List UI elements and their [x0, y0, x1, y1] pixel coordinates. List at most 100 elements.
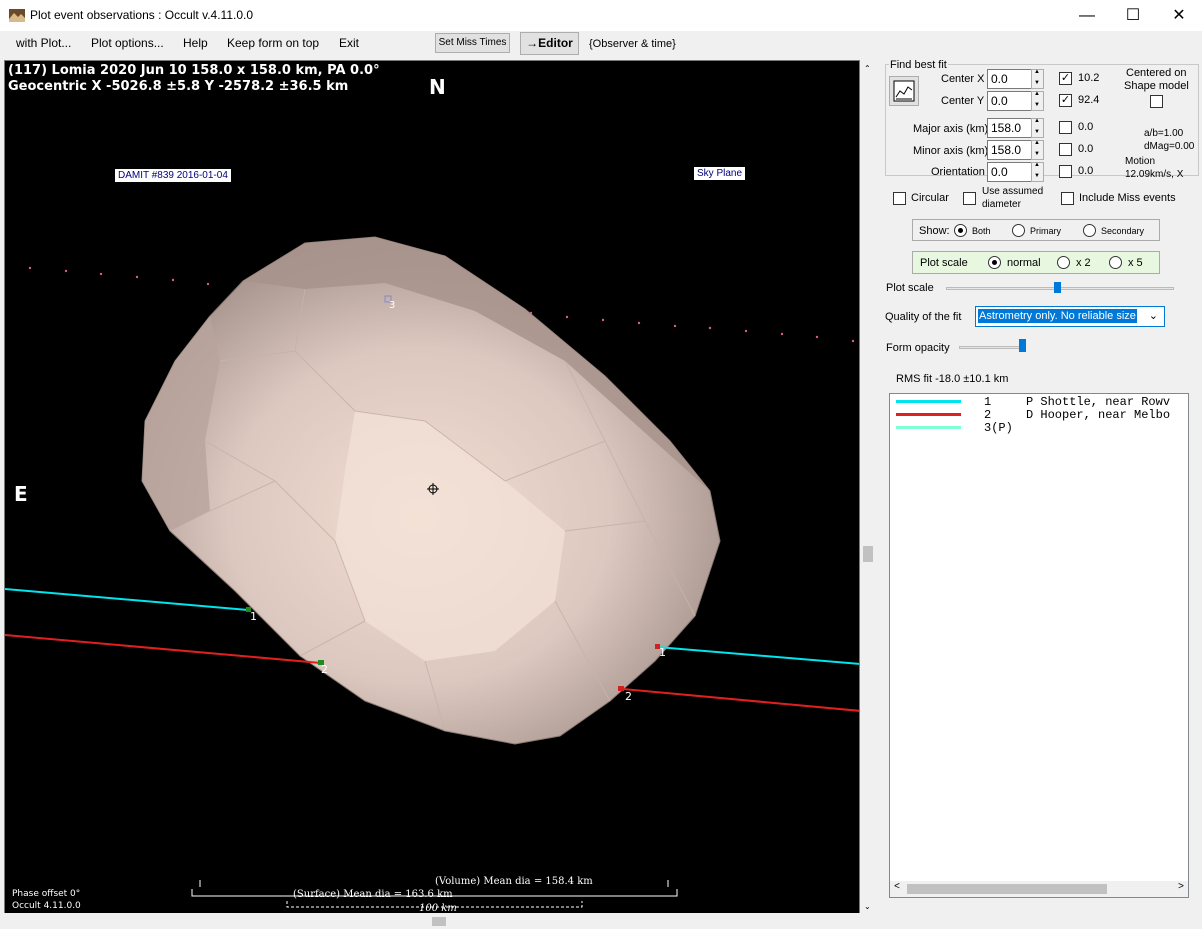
- motion-value: 12.09km/s, X: [1125, 169, 1184, 180]
- observer-num: 2: [984, 408, 992, 422]
- show-both-label: Both: [972, 226, 991, 236]
- form-opacity-slider-thumb[interactable]: [1019, 339, 1026, 352]
- observer-line-3: [896, 426, 961, 429]
- center-y-checkbox[interactable]: ✓: [1059, 94, 1072, 107]
- find-best-fit-label: Find best fit: [889, 59, 948, 71]
- minimize-button[interactable]: —: [1064, 0, 1110, 31]
- asteroid-shape-plot: [5, 236, 859, 908]
- scale-x5-radio[interactable]: [1109, 256, 1122, 269]
- plot-area[interactable]: (117) Lomia 2020 Jun 10 158.0 x 158.0 km…: [4, 60, 860, 915]
- menu-keep-on-top[interactable]: Keep form on top: [227, 36, 319, 50]
- north-label: N: [429, 75, 446, 99]
- use-assumed-diameter-checkbox[interactable]: [963, 192, 976, 205]
- chevron-down-icon: ⌄: [1148, 310, 1158, 322]
- show-primary-radio[interactable]: [1012, 224, 1025, 237]
- orientation-spinner[interactable]: [1031, 162, 1044, 182]
- set-miss-times-button[interactable]: Set Miss Times: [435, 33, 510, 53]
- observer-num: 3(P): [984, 421, 1013, 435]
- major-axis-spinner[interactable]: [1031, 118, 1044, 138]
- observer-num: 1: [984, 395, 992, 409]
- minor-axis-input[interactable]: 158.0: [987, 140, 1032, 160]
- phase-offset-label: Phase offset 0°: [12, 889, 81, 899]
- centered-on-label: Centered on: [1126, 67, 1187, 79]
- circular-checkbox[interactable]: [893, 192, 906, 205]
- orientation-input[interactable]: 0.0: [987, 162, 1032, 182]
- center-y-check-value: 92.4: [1078, 94, 1100, 106]
- sky-plane-label: Sky Plane: [694, 167, 746, 180]
- chord-label: 1: [659, 646, 666, 659]
- chord-2-left: [5, 634, 322, 664]
- quality-select[interactable]: Astrometry only. No reliable size ⌄: [975, 306, 1165, 327]
- minor-axis-spinner[interactable]: [1031, 140, 1044, 160]
- chord-label: 2: [321, 663, 328, 676]
- chord-label: 2: [625, 690, 632, 703]
- window-title: Plot event observations : Occult v.4.11.…: [30, 8, 254, 22]
- east-label: E: [14, 482, 28, 506]
- orientation-check-value: 0.0: [1078, 165, 1094, 177]
- major-axis-input[interactable]: 158.0: [987, 118, 1032, 138]
- minor-axis-label: Minor axis (km): [913, 145, 989, 157]
- minor-axis-check-value: 0.0: [1078, 143, 1094, 155]
- scale-x2-label: x 2: [1076, 257, 1091, 269]
- center-x-checkbox[interactable]: ✓: [1059, 72, 1072, 85]
- observer-line-2: [896, 413, 961, 416]
- chord-1-right: [656, 646, 859, 665]
- center-y-label: Center Y: [941, 95, 985, 107]
- menu-bar: with Plot... Plot options... Help Keep f…: [0, 31, 1202, 56]
- plot-scale-slider-thumb[interactable]: [1054, 282, 1061, 293]
- menu-plot-options[interactable]: Plot options...: [91, 36, 164, 50]
- include-miss-checkbox[interactable]: [1061, 192, 1074, 205]
- plot-scale-label: Plot scale: [920, 257, 968, 269]
- use-assumed-label: Use assumed: [982, 186, 1044, 197]
- orientation-checkbox[interactable]: [1059, 165, 1072, 178]
- menu-exit[interactable]: Exit: [339, 36, 359, 50]
- plot-vertical-scrollbar[interactable]: ⌃ ⌄: [860, 60, 877, 915]
- menu-with-plot[interactable]: with Plot...: [16, 36, 71, 50]
- asteroid-body: [141, 236, 721, 745]
- show-secondary-radio[interactable]: [1083, 224, 1096, 237]
- chord-label: 1: [250, 610, 257, 623]
- app-icon: [9, 9, 25, 22]
- include-miss-label: Include Miss events: [1079, 192, 1176, 204]
- major-axis-label: Major axis (km): [913, 123, 989, 135]
- scale-normal-radio[interactable]: [988, 256, 1001, 269]
- ab-ratio: a/b=1.00: [1144, 128, 1184, 139]
- quality-label: Quality of the fit: [885, 311, 962, 323]
- observer-list-hscrollbar[interactable]: < >: [890, 881, 1188, 897]
- center-x-input[interactable]: 0.0: [987, 69, 1032, 89]
- title-bar: Plot event observations : Occult v.4.11.…: [0, 0, 1202, 31]
- surface-dia-label: (Surface) Mean dia = 163.6 km: [293, 889, 453, 900]
- shape-model-label: Shape model: [1124, 80, 1189, 92]
- observer-list[interactable]: 1 P Shottle, near Rowv 2 D Hooper, near …: [889, 393, 1189, 898]
- show-secondary-label: Secondary: [1101, 226, 1145, 236]
- center-y-spinner[interactable]: [1031, 91, 1044, 111]
- observer-line-1: [896, 400, 961, 403]
- center-x-label: Center X: [941, 73, 985, 85]
- maximize-button[interactable]: ☐: [1110, 0, 1156, 31]
- diameter-label: diameter: [982, 199, 1021, 210]
- rms-fit-label: RMS fit -18.0 ±10.1 km: [896, 373, 1009, 385]
- show-both-radio[interactable]: [954, 224, 967, 237]
- scale-x2-radio[interactable]: [1057, 256, 1070, 269]
- version-label: Occult 4.11.0.0: [12, 901, 81, 911]
- menu-help[interactable]: Help: [183, 36, 208, 50]
- motion-label: Motion: [1125, 156, 1156, 167]
- minor-axis-checkbox[interactable]: [1059, 143, 1072, 156]
- scale-normal-label: normal: [1007, 257, 1041, 269]
- plot-scale-slider-label: Plot scale: [886, 282, 934, 294]
- observer-name: P Shottle, near Rowv: [1026, 395, 1171, 409]
- centered-on-shape-checkbox[interactable]: [1150, 95, 1163, 108]
- form-opacity-label: Form opacity: [886, 342, 950, 354]
- plot-horizontal-scrollbar[interactable]: [4, 913, 860, 929]
- form-opacity-slider-track[interactable]: [959, 346, 1025, 349]
- major-axis-checkbox[interactable]: [1059, 121, 1072, 134]
- center-x-spinner[interactable]: [1031, 69, 1044, 89]
- plot-header-line2: Geocentric X -5026.8 ±5.8 Y -2578.2 ±36.…: [8, 79, 349, 94]
- damit-label: DAMIT #839 2016-01-04: [115, 169, 231, 182]
- dmag-value: dMag=0.00: [1144, 141, 1195, 152]
- find-best-fit-button[interactable]: [889, 76, 919, 106]
- editor-button[interactable]: →Editor: [520, 32, 579, 55]
- center-y-input[interactable]: 0.0: [987, 91, 1032, 111]
- close-button[interactable]: ✕: [1156, 0, 1202, 31]
- show-primary-label: Primary: [1030, 226, 1061, 236]
